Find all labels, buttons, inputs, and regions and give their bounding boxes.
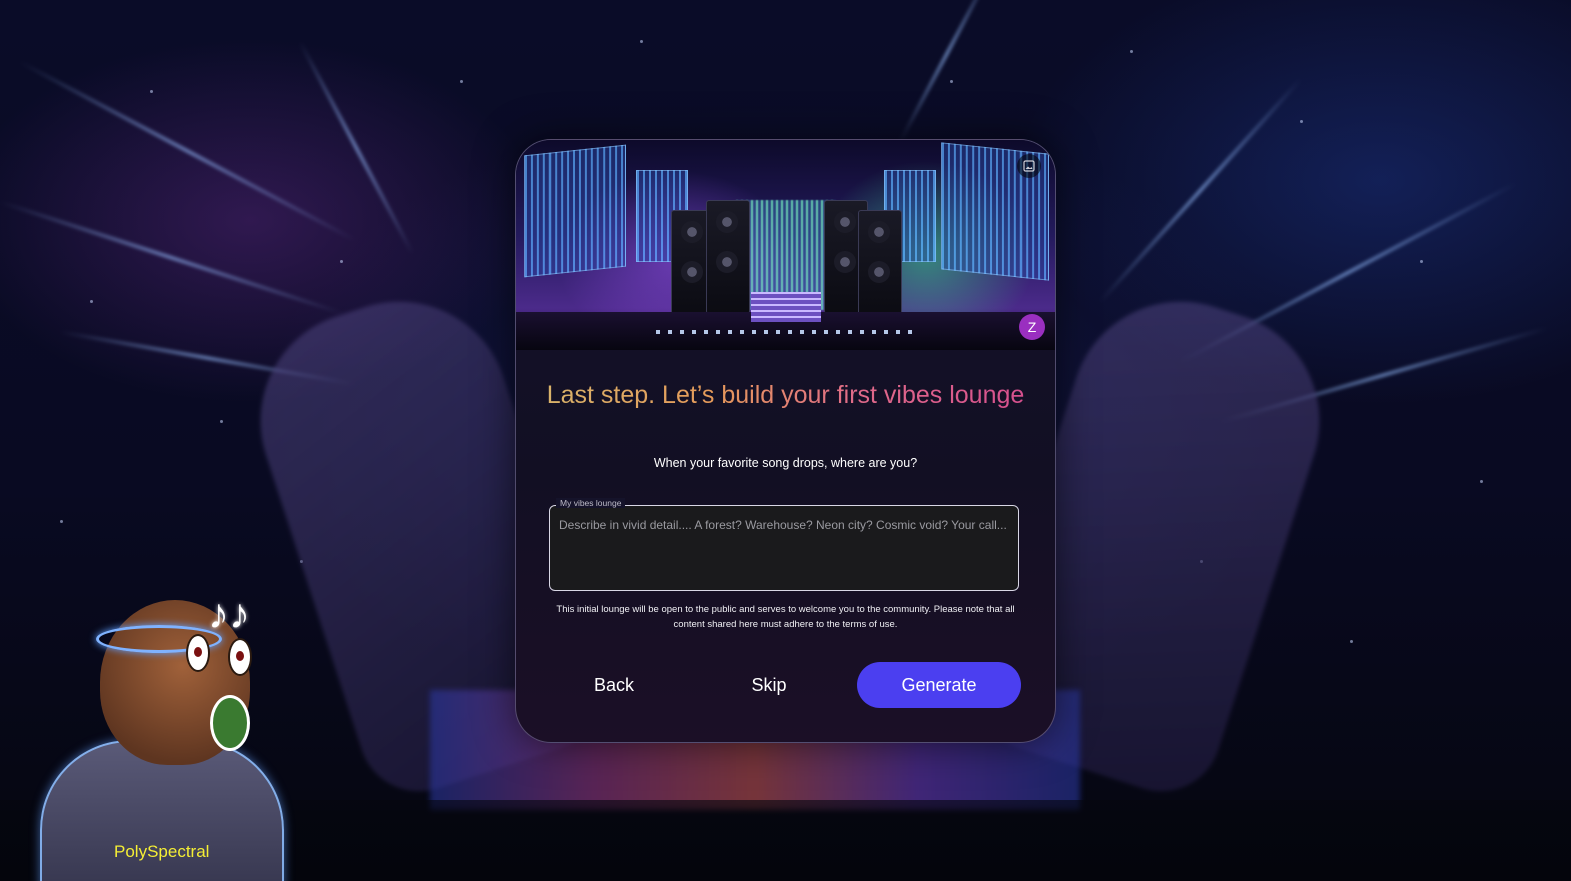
light-beam <box>0 200 343 316</box>
light-beam <box>19 60 357 243</box>
star <box>950 80 953 83</box>
public-lounge-notice: This initial lounge will be open to the … <box>556 604 1015 630</box>
star <box>220 420 223 423</box>
character-mouth <box>210 695 250 751</box>
page-title: Last step. Let’s build your first vibes … <box>546 381 1025 409</box>
star <box>640 40 643 43</box>
character-eye-left <box>186 634 210 672</box>
image-icon[interactable] <box>1017 154 1041 178</box>
vibes-lounge-input[interactable] <box>559 518 1011 582</box>
star <box>90 300 93 303</box>
vibes-lounge-field: My vibes lounge <box>549 498 1019 591</box>
lounge-banner-image: Z <box>516 140 1055 350</box>
vibes-lounge-label: My vibes lounge <box>556 498 626 508</box>
user-avatar[interactable]: Z <box>1019 314 1045 340</box>
banner-speaker <box>858 210 902 317</box>
image-glyph <box>1023 160 1035 172</box>
banner-speaker <box>706 200 750 314</box>
light-beam <box>898 0 996 143</box>
music-note-icon: ♪♪ <box>208 590 250 637</box>
star <box>1350 640 1353 643</box>
character-name-tag: PolySpectral <box>114 842 210 861</box>
banner-screen-left <box>524 144 626 278</box>
star <box>460 80 463 83</box>
star <box>60 520 63 523</box>
banner-stage-lights <box>656 330 916 334</box>
onboarding-modal: Z Last step. Let’s build your first vibe… <box>515 139 1056 743</box>
star <box>1130 50 1133 53</box>
star <box>1420 260 1423 263</box>
light-beam <box>1098 77 1303 304</box>
star <box>340 260 343 263</box>
light-beam <box>298 41 415 255</box>
star <box>1300 120 1303 123</box>
star <box>150 90 153 93</box>
star <box>1480 480 1483 483</box>
generate-button[interactable]: Generate <box>857 662 1021 708</box>
skip-button[interactable]: Skip <box>731 665 807 705</box>
background-scene: Z Last step. Let’s build your first vibe… <box>0 0 1571 881</box>
polyspectral-character: ♪♪ PolySpectral <box>30 590 290 881</box>
banner-stage-steps <box>751 292 821 322</box>
page-subtitle: When your favorite song drops, where are… <box>653 456 918 470</box>
character-eye-right <box>228 638 252 676</box>
back-button[interactable]: Back <box>576 665 652 705</box>
